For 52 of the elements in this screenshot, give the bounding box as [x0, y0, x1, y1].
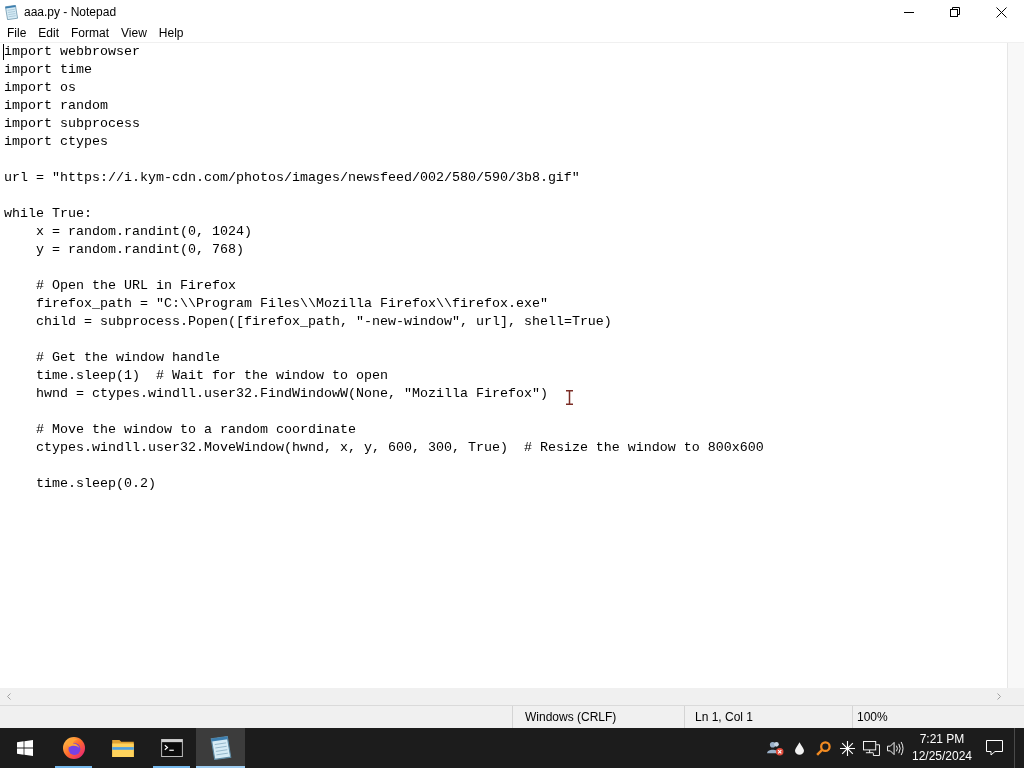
people-alert-icon[interactable] [766, 740, 784, 756]
code-line: child = subprocess.Popen([firefox_path, "-new-window", url], shell=True) [36, 314, 612, 329]
code-line: # Move the window to a random coordinate [36, 422, 356, 437]
chevron-left-icon [6, 693, 11, 700]
chevron-right-icon [996, 693, 1001, 700]
code-line: time.sleep(0.2) [36, 476, 156, 491]
message-icon [985, 740, 1003, 756]
clock-time: 7:21 PM [919, 731, 965, 748]
vertical-scrollbar[interactable] [1007, 43, 1024, 688]
menu-item[interactable]: Help [152, 24, 190, 42]
code-line: hwnd = ctypes.windll.user32.FindWindowW(None, "Mozilla Firefox") [36, 386, 548, 401]
code-line: url = "https://i.kym-cdn.com/photos/images/newsfeed/002/580/590/3b8.gif" [4, 170, 580, 185]
code-line: y = random.randint(0, 768) [36, 242, 244, 257]
close-icon [995, 6, 1007, 18]
browser-icon [62, 737, 85, 759]
code-line: import subprocess [4, 116, 140, 131]
code-line: import os [4, 80, 76, 95]
windows-logo-icon [16, 740, 33, 756]
restore-icon [950, 7, 960, 17]
code-line: import time [4, 62, 92, 77]
code-line: ctypes.windll.user32.MoveWindow(hwnd, x, y, 600, 300, True) # Resize the window to 800x600 [36, 440, 764, 455]
terminal-icon [160, 739, 183, 757]
asterisk-icon[interactable] [839, 740, 855, 756]
clock-date: 12/25/2024 [911, 748, 973, 765]
i-beam-cursor-icon [566, 390, 573, 405]
text-caret-icon [3, 44, 4, 60]
menu-item[interactable]: Format [65, 24, 116, 42]
code-line: import ctypes [4, 134, 108, 149]
minimize-icon [904, 11, 914, 13]
menu-item[interactable]: View [115, 24, 153, 42]
speaker-icon[interactable] [886, 740, 904, 756]
menu-item[interactable]: Edit [32, 24, 66, 42]
folder-icon [111, 739, 134, 757]
code-line: while True: [4, 206, 92, 221]
code-line: import webbrowser [4, 44, 140, 59]
window-title: aaa.py - Notepad [24, 4, 117, 21]
taskbar-app-button[interactable] [196, 728, 245, 768]
code-line: import random [4, 98, 108, 113]
zoom-level-text: 100% [857, 710, 888, 724]
cursor-position-text: Ln 1, Col 1 [695, 710, 754, 724]
search-icon[interactable] [815, 740, 831, 756]
line-ending-text: Windows (CRLF) [525, 710, 617, 724]
code-line: time.sleep(1) # Wait for the window to open [36, 368, 388, 383]
network-icon[interactable] [862, 740, 880, 756]
code-line: # Get the window handle [36, 350, 220, 365]
menu-item[interactable]: File [1, 24, 33, 42]
water-drop-icon[interactable] [794, 741, 804, 755]
code-line: x = random.randint(0, 1024) [36, 224, 252, 239]
notepad-icon [5, 4, 18, 20]
code-line: firefox_path = "C:\\Program Files\\Mozilla Firefox\\firefox.exe" [36, 296, 548, 311]
notepad-icon [209, 736, 232, 760]
code-line: # Open the URL in Firefox [36, 278, 236, 293]
